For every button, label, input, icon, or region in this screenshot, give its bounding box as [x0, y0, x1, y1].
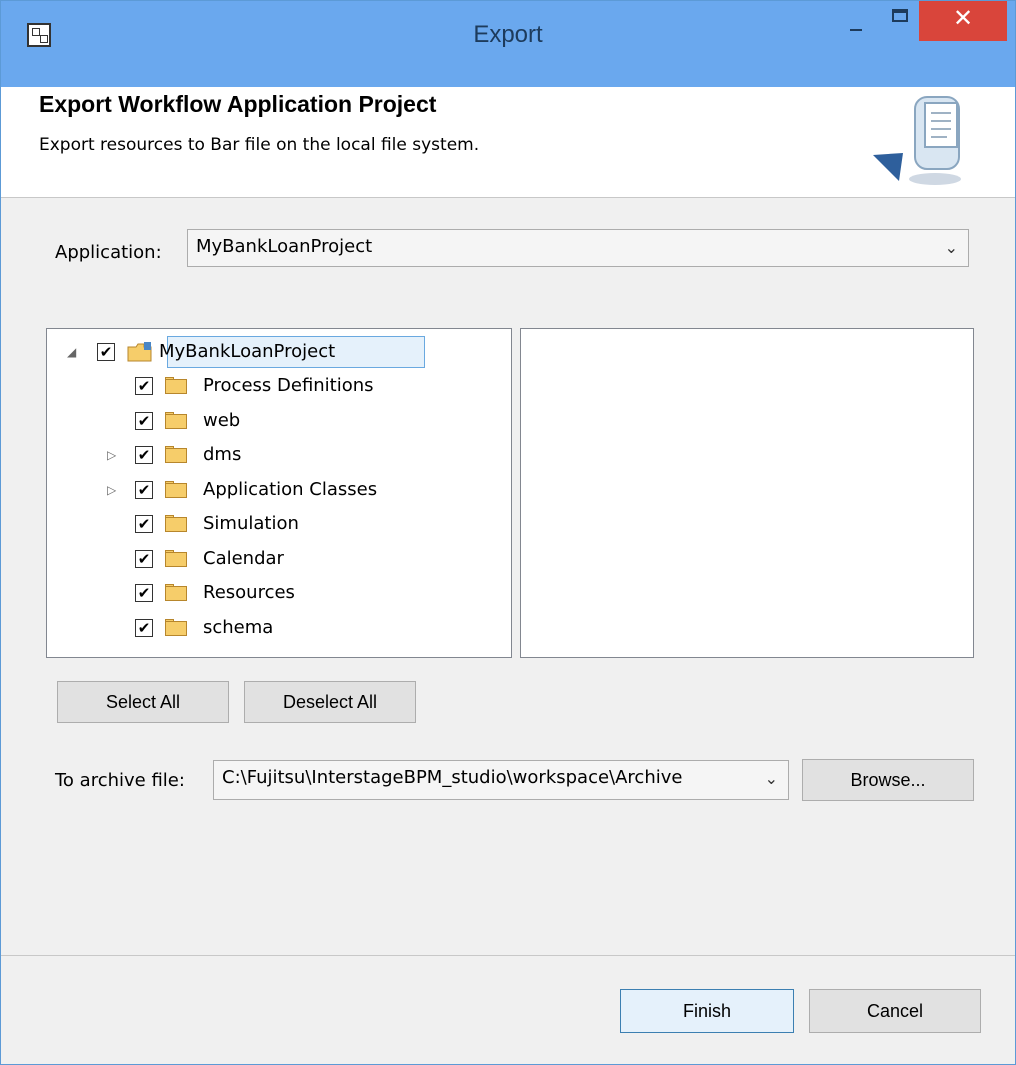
folder-icon: [165, 549, 189, 568]
archive-file-value: C:\Fujitsu\InterstageBPM_studio\workspac…: [222, 767, 683, 788]
browse-button[interactable]: Browse...: [802, 759, 974, 801]
tree-item-checkbox[interactable]: ✔: [135, 549, 153, 568]
folder-icon: [165, 377, 189, 395]
tree-item-row[interactable]: ▷ ✔ dms: [47, 440, 511, 470]
title-bar[interactable]: Export ✕: [1, 1, 1015, 87]
minimize-button[interactable]: [836, 1, 876, 41]
tree-item-label: dms: [203, 444, 242, 465]
tree-item-label: web: [203, 409, 241, 431]
tree-item-row[interactable]: ✔ Resources: [47, 578, 511, 608]
archive-file-combo[interactable]: C:\Fujitsu\InterstageBPM_studio\workspac…: [213, 760, 789, 800]
expand-arrow-icon[interactable]: ▷: [107, 448, 116, 462]
tree-item-row[interactable]: ✔ web: [47, 406, 511, 436]
application-value: MyBankLoanProject: [196, 236, 373, 257]
tree-item-row[interactable]: ▷ ✔ Application Classes: [47, 475, 511, 505]
folder-icon: [165, 515, 189, 533]
tree-root-row[interactable]: ◢ ✔ MyBankLoanProject: [47, 337, 511, 367]
tree-item-label: schema: [203, 616, 274, 638]
tree-item-checkbox[interactable]: ✔: [135, 480, 153, 499]
export-wizard-icon: [873, 96, 961, 185]
deselect-all-button[interactable]: Deselect All: [244, 681, 416, 723]
footer-separator: [1, 955, 1015, 956]
folder-icon: [165, 446, 189, 464]
application-combo[interactable]: MyBankLoanProject ⌄: [187, 229, 969, 267]
finish-button[interactable]: Finish: [620, 989, 794, 1033]
wizard-header: Export Workflow Application Project Expo…: [1, 87, 1015, 198]
resource-detail-list[interactable]: [520, 328, 974, 658]
tree-item-checkbox[interactable]: ✔: [135, 446, 153, 464]
tree-item-checkbox[interactable]: ✔: [135, 618, 153, 637]
chevron-down-icon[interactable]: ⌄: [945, 238, 958, 257]
cancel-button[interactable]: Cancel: [809, 989, 981, 1033]
tree-item-label: Application Classes: [203, 478, 378, 500]
expand-arrow-icon[interactable]: ▷: [107, 483, 116, 497]
tree-item-label: Process Definitions: [203, 375, 374, 396]
tree-item-label: Simulation: [203, 513, 299, 534]
project-folder-icon: [127, 342, 152, 362]
root-checkbox[interactable]: ✔: [97, 343, 115, 361]
tree-item-label: Calendar: [203, 547, 284, 569]
tree-item-label: Resources: [203, 582, 295, 603]
tree-item-row[interactable]: ✔ Calendar: [47, 544, 511, 574]
folder-icon: [165, 411, 189, 430]
tree-root-label: MyBankLoanProject: [159, 341, 336, 362]
close-button[interactable]: ✕: [919, 1, 1007, 41]
minimize-icon: [850, 29, 862, 31]
application-label: Application:: [55, 242, 162, 263]
maximize-button[interactable]: [881, 1, 921, 41]
close-icon: ✕: [952, 4, 974, 32]
select-all-button[interactable]: Select All: [57, 681, 229, 723]
maximize-icon: [892, 9, 908, 22]
tree-item-row[interactable]: ✔ Process Definitions: [47, 371, 511, 401]
tree-item-row[interactable]: ✔ Simulation: [47, 509, 511, 539]
folder-icon: [165, 584, 189, 602]
chevron-down-icon[interactable]: ⌄: [765, 769, 778, 788]
tree-item-checkbox[interactable]: ✔: [135, 584, 153, 602]
archive-file-label: To archive file:: [55, 770, 185, 791]
wizard-title: Export Workflow Application Project: [39, 91, 437, 117]
tree-item-checkbox[interactable]: ✔: [135, 515, 153, 533]
tree-item-row[interactable]: ✔ schema: [47, 613, 511, 643]
wizard-description: Export resources to Bar file on the loca…: [39, 135, 480, 155]
folder-icon: [165, 618, 189, 637]
resource-tree[interactable]: ◢ ✔ MyBankLoanProject ✔ Process Definitio…: [46, 328, 512, 658]
collapse-arrow-icon[interactable]: ◢: [67, 345, 76, 359]
tree-item-checkbox[interactable]: ✔: [135, 411, 153, 430]
folder-icon: [165, 480, 189, 499]
tree-item-checkbox[interactable]: ✔: [135, 377, 153, 395]
export-dialog: Export ✕ Export Workflow Application Pro…: [0, 0, 1016, 1065]
